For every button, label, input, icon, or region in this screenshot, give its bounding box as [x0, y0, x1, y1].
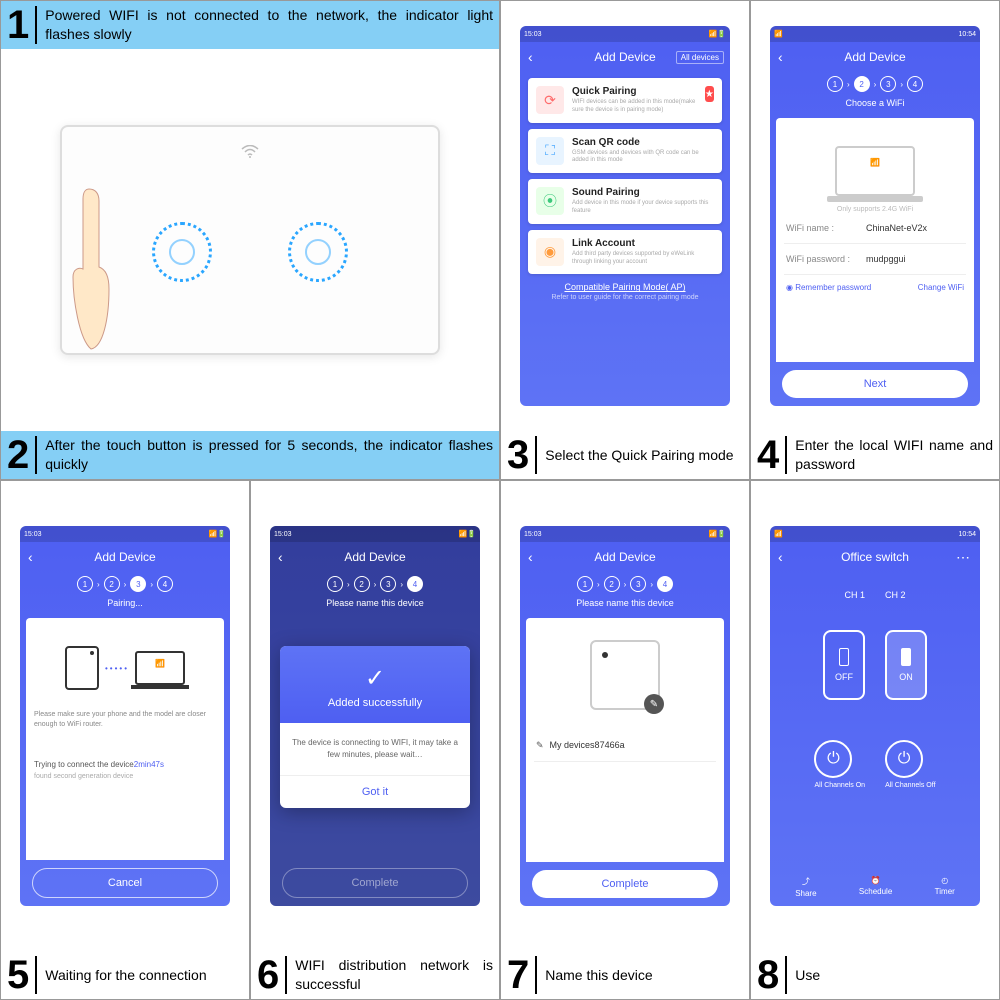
timer-button[interactable]: ◴Timer: [935, 876, 955, 898]
back-icon[interactable]: ‹: [28, 549, 33, 565]
channel-2-toggle[interactable]: ON: [885, 630, 927, 700]
option-link-account[interactable]: ◉ Link AccountAdd third party devices su…: [528, 230, 722, 275]
timer-icon: ◴: [941, 876, 948, 885]
change-wifi-link[interactable]: Change WiFi: [918, 283, 964, 292]
phone-mock-pairing-list: 15:03📶🔋 ‹Add DeviceAll devices ⟳ Quick P…: [520, 26, 730, 406]
step-5-caption: 5 Waiting for the connection: [1, 951, 249, 999]
countdown-timer: 2min47s: [134, 760, 164, 769]
schedule-button[interactable]: ⏰Schedule: [859, 876, 892, 898]
nav-title: Add Device: [844, 50, 905, 64]
step-number: 2: [7, 435, 29, 475]
phone-mock-success: 15:03📶🔋 ‹Add Device 1›2›3›4 Please name …: [270, 526, 480, 906]
router-icon: 📶: [835, 146, 915, 196]
next-button[interactable]: Next: [782, 370, 968, 398]
panel-step-3: 15:03📶🔋 ‹Add DeviceAll devices ⟳ Quick P…: [500, 0, 750, 480]
complete-button[interactable]: Complete: [282, 868, 468, 898]
step-8-caption: 8 Use: [751, 951, 999, 999]
panel-step-6: 15:03📶🔋 ‹Add Device 1›2›3›4 Please name …: [250, 480, 500, 1000]
panel-step-5: 15:03📶🔋 ‹Add Device 1›2›3›4 Pairing... •…: [0, 480, 250, 1000]
step-3-caption: 3 Select the Quick Pairing mode: [501, 431, 749, 479]
all-on-button[interactable]: ⏻: [814, 740, 852, 778]
nav-title: Add Device: [594, 50, 655, 64]
got-it-button[interactable]: Got it: [280, 775, 470, 808]
status-icons: 📶🔋: [709, 30, 726, 38]
choose-wifi-label: Choose a WiFi: [770, 96, 980, 114]
device-thumbnail: ✎: [590, 640, 660, 710]
switch-illustration: [1, 49, 499, 431]
share-icon: ⤴: [802, 876, 810, 887]
link-icon: ◉: [536, 238, 564, 266]
phone-mock-connecting: 15:03📶🔋 ‹Add Device 1›2›3›4 Pairing... •…: [20, 526, 230, 906]
qr-icon: ⛶: [536, 137, 564, 165]
option-quick-pairing[interactable]: ⟳ Quick PairingWIFI devices can be added…: [528, 78, 722, 123]
success-modal: ✓Added successfully The device is connec…: [280, 646, 470, 808]
back-icon[interactable]: ‹: [778, 549, 783, 565]
step-4-caption: 4 Enter the local WIFI name and password: [751, 431, 999, 479]
option-scan-qr[interactable]: ⛶ Scan QR codeGSM devices and devices wi…: [528, 129, 722, 174]
channel-1-toggle[interactable]: OFF: [823, 630, 865, 700]
step-7-caption: 7 Name this device: [501, 951, 749, 999]
touch-button-2[interactable]: [288, 222, 348, 282]
back-icon[interactable]: ‹: [528, 49, 533, 65]
nav-title: Office switch: [841, 550, 909, 564]
more-icon[interactable]: ⋯: [952, 548, 974, 567]
clock-icon: ⏰: [871, 876, 881, 885]
edit-icon[interactable]: ✎: [644, 694, 664, 714]
pairing-label: Pairing...: [20, 596, 230, 614]
recommended-badge: ★: [705, 86, 714, 102]
back-icon[interactable]: ‹: [778, 49, 783, 65]
step-1-caption: 1 Powered WIFI is not connected to the n…: [1, 1, 499, 49]
step-2-caption: 2 After the touch button is pressed for …: [1, 431, 499, 479]
panel-step-4: 📶10:54 ‹Add Device 1›2›3›4 Choose a WiFi…: [750, 0, 1000, 480]
touch-button-1[interactable]: [152, 222, 212, 282]
connecting-illustration: ••••• 📶: [34, 646, 216, 690]
back-icon[interactable]: ‹: [278, 549, 283, 565]
step-text: Powered WIFI is not connected to the net…: [45, 6, 493, 44]
panel-step-7: 15:03📶🔋 ‹Add Device 1›2›3›4 Please name …: [500, 480, 750, 1000]
step-number: 1: [7, 5, 29, 45]
quick-pairing-icon: ⟳: [536, 86, 564, 114]
remember-password-checkbox[interactable]: ◉ Remember password: [786, 283, 871, 292]
wifi-name-row[interactable]: WiFi name :ChinaNet-eV2x: [784, 213, 966, 244]
back-icon[interactable]: ‹: [528, 549, 533, 565]
check-icon: ✓: [288, 664, 462, 693]
progress-stepper: 1›2›3›4: [770, 72, 980, 96]
hand-icon: [61, 179, 121, 379]
sound-icon: ⦿: [536, 187, 564, 215]
complete-button[interactable]: Complete: [532, 870, 718, 898]
share-button[interactable]: ⤴Share: [795, 876, 816, 898]
step-text: After the touch button is pressed for 5 …: [45, 436, 493, 474]
wifi-icon: [241, 145, 259, 164]
cancel-button[interactable]: Cancel: [32, 868, 218, 898]
phone-mock-wifi-form: 📶10:54 ‹Add Device 1›2›3›4 Choose a WiFi…: [770, 26, 980, 406]
panel-step-1-2: 1 Powered WIFI is not connected to the n…: [0, 0, 500, 480]
all-devices-link[interactable]: All devices: [676, 51, 724, 64]
phone-mock-control: 📶10:54 ‹Office switch⋯ CH 1CH 2 OFF ON ⏻…: [770, 526, 980, 906]
option-sound-pairing[interactable]: ⦿ Sound PairingAdd device in this mode i…: [528, 179, 722, 224]
device-name-input[interactable]: ✎My devices87466a: [534, 730, 716, 762]
all-off-button[interactable]: ⏻: [885, 740, 923, 778]
wifi-password-row[interactable]: WiFi password :mudpggui: [784, 244, 966, 275]
pairing-hint: Refer to user guide for the correct pair…: [520, 294, 730, 301]
step-6-caption: 6 WIFI distribution network is successfu…: [251, 951, 499, 999]
phone-mock-naming: 15:03📶🔋 ‹Add Device 1›2›3›4 Please name …: [520, 526, 730, 906]
panel-step-8: 📶10:54 ‹Office switch⋯ CH 1CH 2 OFF ON ⏻…: [750, 480, 1000, 1000]
compat-mode-link[interactable]: Compatible Pairing Mode( AP): [520, 282, 730, 292]
